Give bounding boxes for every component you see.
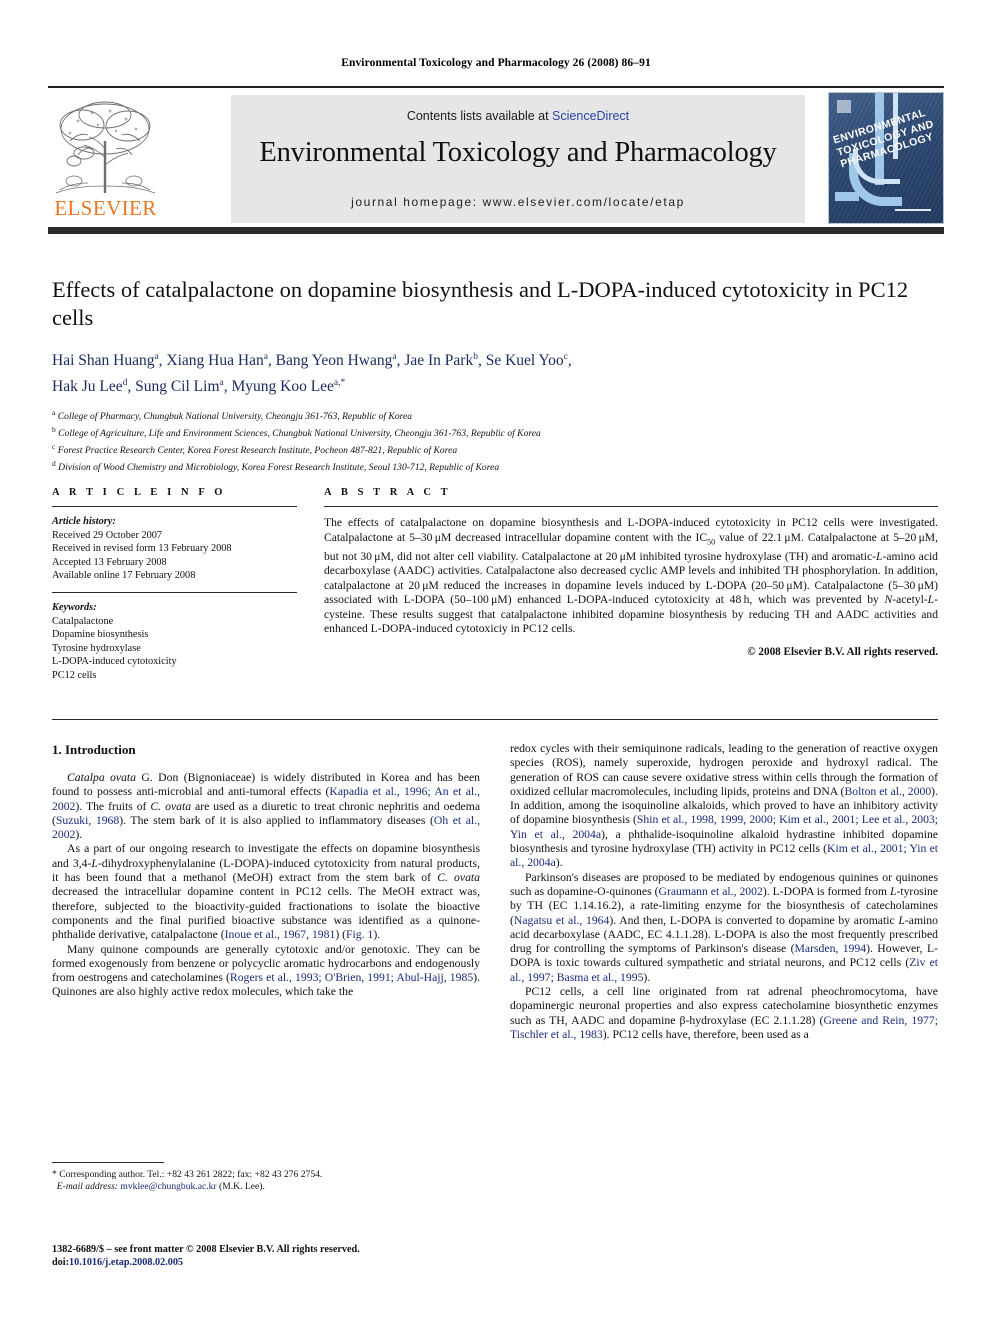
citation-link[interactable]: Shin et al., 1998, 1999, 2000; Kim et al… xyxy=(510,813,938,840)
article-history-label: Article history: xyxy=(52,516,116,527)
citation-link[interactable]: Marsden, 1994 xyxy=(795,942,867,955)
abstract-heading: A B S T R A C T xyxy=(324,487,452,498)
elsevier-logo: ELSEVIER xyxy=(48,95,163,223)
journal-homepage-link[interactable]: journal homepage: www.elsevier.com/locat… xyxy=(231,195,805,209)
article-info-column: A R T I C L E I N F O Article history: R… xyxy=(52,487,297,683)
running-head: Environmental Toxicology and Pharmacolog… xyxy=(341,57,651,69)
cover-dash-rule xyxy=(895,209,931,211)
article-info-heading: A R T I C L E I N F O xyxy=(52,487,227,498)
keyword-item: L-DOPA-induced cytotoxicity xyxy=(52,656,177,668)
contents-available-line: Contents lists available at ScienceDirec… xyxy=(231,109,805,123)
affiliation-text: College of Agriculture, Life and Environ… xyxy=(58,428,541,440)
author-list: Hai Shan Huanga, Xiang Hua Hana, Bang Ye… xyxy=(52,346,932,398)
email-suffix: (M.K. Lee). xyxy=(216,1181,265,1193)
affiliation-text: Forest Practice Research Center, Korea F… xyxy=(57,445,458,457)
article-history: Article history: Received 29 October 200… xyxy=(52,515,297,583)
citation-link[interactable]: Inoue et al., 1967, 1981 xyxy=(225,928,336,941)
journal-masthead: ELSEVIER Contents lists available at Sci… xyxy=(48,86,944,234)
abstract-text: The effects of catalpalactone on dopamin… xyxy=(324,516,938,636)
masthead-top-rule xyxy=(48,86,944,88)
citation-link[interactable]: Ziv et al., 1997; Basma et al., 1995 xyxy=(510,956,938,983)
affiliation-item: d Division of Wood Chemistry and Microbi… xyxy=(52,458,500,473)
citation-link[interactable]: Graumann et al., 2002 xyxy=(659,885,763,898)
cover-stripe-tail xyxy=(835,192,859,201)
imprint-block: 1382-6689/$ – see front matter © 2008 El… xyxy=(52,1243,522,1269)
history-item: Received 29 October 2007 xyxy=(52,529,163,541)
info-abstract-bottom-rule xyxy=(52,719,938,720)
masthead-bottom-rule xyxy=(48,227,944,234)
paragraph: Catalpa ovata G. Don (Bignoniaceae) is w… xyxy=(52,771,481,842)
doi-label: doi: xyxy=(52,1257,69,1268)
abstract-copyright: © 2008 Elsevier B.V. All rights reserved… xyxy=(747,646,938,659)
citation-link[interactable]: Bolton et al., 2000 xyxy=(844,785,931,798)
journal-title: Environmental Toxicology and Pharmacolog… xyxy=(259,137,777,168)
email-link[interactable]: mvklee@chungbuk.ac.kr xyxy=(120,1181,216,1192)
paragraph: Many quinone compounds are generally cyt… xyxy=(52,942,480,999)
keywords-list: Keywords: Catalpalactone Dopamine biosyn… xyxy=(52,601,297,683)
paragraph: redox cycles with their semiquinone radi… xyxy=(510,742,939,870)
history-item: Available online 17 February 2008 xyxy=(52,570,196,582)
keyword-item: Dopamine biosynthesis xyxy=(52,629,149,641)
article-info-rule xyxy=(52,506,297,507)
keywords-rule xyxy=(52,591,297,593)
paragraph: PC12 cells, a cell line originated from … xyxy=(510,985,938,1041)
doi-link[interactable]: 10.1016/j.etap.2008.02.005 xyxy=(69,1257,183,1268)
affiliation-text: Division of Wood Chemistry and Microbiol… xyxy=(58,461,500,473)
affiliation-list: a College of Pharmacy, Chungbuk National… xyxy=(52,407,932,474)
footnote-block: * Corresponding author. Tel.: +82 43 261… xyxy=(52,1162,480,1194)
citation-link[interactable]: Rogers et al., 1993; O'Brien, 1991; Abul… xyxy=(230,971,473,984)
abstract-column: A B S T R A C T The effects of catalpala… xyxy=(324,487,938,658)
keyword-item: PC12 cells xyxy=(52,669,97,681)
keyword-item: Catalpalactone xyxy=(52,615,114,627)
issn-front-matter: 1382-6689/$ – see front matter © 2008 El… xyxy=(52,1244,360,1255)
section-heading-introduction: 1. Introduction xyxy=(52,742,136,757)
contents-prefix: Contents lists available at xyxy=(406,109,553,123)
email-label: E-mail address: xyxy=(56,1181,118,1193)
page-title: Effects of catalpalactone on dopamine bi… xyxy=(52,277,909,330)
paragraph: Parkinson's diseases are proposed to be … xyxy=(510,870,939,984)
footnote-rule xyxy=(52,1162,164,1163)
body-column-left: 1. Introduction Catalpa ovata G. Don (Bi… xyxy=(52,742,480,1000)
citation-link[interactable]: Nagatsu et al., 1964 xyxy=(514,914,609,927)
figure-link[interactable]: Fig. 1 xyxy=(346,928,373,941)
affiliation-text: College of Pharmacy, Chungbuk National U… xyxy=(57,411,413,423)
journal-cover-thumbnail: ENVIRONMENTAL TOXICOLOGY AND PHARMACOLOG… xyxy=(828,92,944,224)
history-item: Accepted 13 February 2008 xyxy=(52,556,167,568)
elsevier-wordmark: ELSEVIER xyxy=(54,196,157,220)
author-line-1: Hai Shan Huanga, Xiang Hua Hana, Bang Ye… xyxy=(52,352,572,370)
abstract-rule xyxy=(324,506,938,507)
citation-link[interactable]: Suzuki, 1968 xyxy=(56,814,119,827)
citation-link[interactable]: Greene and Rein, 1977; Tischler et al., … xyxy=(510,1014,938,1041)
journal-article-page: Environmental Toxicology and Pharmacolog… xyxy=(0,0,992,1323)
affiliation-item: c Forest Practice Research Center, Korea… xyxy=(52,441,458,457)
cover-badge-icon xyxy=(837,100,851,113)
sciencedirect-link[interactable]: ScienceDirect xyxy=(552,109,629,123)
doi-line: doi:10.1016/j.etap.2008.02.005 xyxy=(52,1256,522,1269)
masthead-banner: Contents lists available at ScienceDirec… xyxy=(231,95,805,223)
author-line-2: Hak Ju Leed, Sung Cil Lima, Myung Koo Le… xyxy=(52,378,346,396)
title-block: Effects of catalpalactone on dopamine bi… xyxy=(52,276,932,474)
keyword-item: Tyrosine hydroxylase xyxy=(52,642,141,654)
keywords-label: Keywords: xyxy=(52,601,97,613)
affiliation-item: b College of Agriculture, Life and Envir… xyxy=(52,425,541,440)
email-note: E-mail address: mvklee@chungbuk.ac.kr (M… xyxy=(52,1181,480,1193)
affiliation-item: a College of Pharmacy, Chungbuk National… xyxy=(52,408,413,423)
citation-link[interactable]: Kim et al., 2001; Yin et al., 2004a xyxy=(510,842,938,869)
history-item: Received in revised form 13 February 200… xyxy=(52,543,232,555)
paragraph: As a part of our ongoing research to inv… xyxy=(52,842,481,942)
corresponding-author-note: * Corresponding author. Tel.: +82 43 261… xyxy=(52,1169,323,1180)
body-column-right: redox cycles with their semiquinone radi… xyxy=(510,742,938,1042)
citation-link[interactable]: Kapadia et al., 1996; An et al., 2002 xyxy=(52,785,480,812)
